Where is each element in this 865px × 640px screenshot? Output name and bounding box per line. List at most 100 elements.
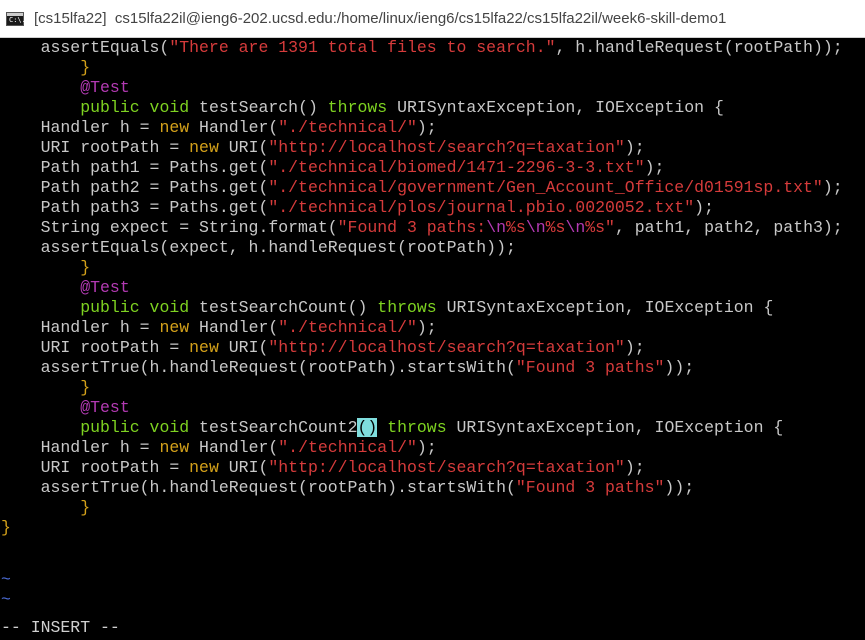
code-text: URI( [218,138,269,157]
code-line: } [1,378,90,398]
code-text: assertTrue(h.handleRequest(rootPath).sta… [1,358,516,377]
string-literal: "./technical/biomed/1471-2296-3-3.txt" [268,158,645,177]
code-line: assertTrue(h.handleRequest(rootPath).sta… [1,358,695,378]
code-text: Handler h = [1,438,160,457]
keyword: new [189,138,219,157]
keyword: throws [327,98,388,117]
vim-editor[interactable]: assertEquals("There are 1391 total files… [0,38,865,640]
code-text: String expect = String.format( [1,218,338,237]
code-text: )); [664,358,695,377]
empty-line-marker: ~ [1,590,11,610]
code-line: @Test [1,278,130,298]
code-text: ); [624,338,645,357]
code-text: assertEquals(expect, h.handleRequest(roo… [1,238,516,257]
code-line: } [1,518,11,538]
code-line: } [1,498,90,518]
string-literal: "./technical/" [278,438,417,457]
code-text: Handler( [189,318,279,337]
code-text: Handler h = [1,118,160,137]
brace: } [1,498,91,517]
code-text: testSearch() [189,98,328,117]
code-line: assertEquals("There are 1391 total files… [1,38,843,58]
escape-sequence: \n [525,218,546,237]
string-literal: "Found 3 paths: [337,218,487,237]
code-line: Handler h = new Handler("./technical/"); [1,118,437,138]
code-line: } [1,258,90,278]
empty-line-marker: ~ [1,570,11,590]
code-line: assertTrue(h.handleRequest(rootPath).sta… [1,478,695,498]
string-literal: "./technical/" [278,318,417,337]
code-text: assertEquals( [1,38,170,57]
text-cursor[interactable]: () [357,418,378,437]
keyword: public [80,98,140,117]
code-line: URI rootPath = new URI("http://localhost… [1,138,645,158]
code-line: public void testSearchCount2() throws UR… [1,418,783,438]
escape-sequence: \n [486,218,506,237]
code-text: )); [664,478,695,497]
code-line: Handler h = new Handler("./technical/"); [1,318,437,338]
string-literal: "Found 3 paths" [515,358,665,377]
code-text: URISyntaxException, IOException { [446,418,784,437]
code-text: Path path2 = Paths.get( [1,178,269,197]
code-text: URISyntaxException, IOException { [436,298,774,317]
annotation: @Test [80,398,130,417]
code-text: URI( [218,458,269,477]
brace: } [1,58,91,77]
annotation: @Test [80,78,130,97]
code-line: Path path3 = Paths.get("./technical/plos… [1,198,714,218]
keyword: new [189,338,219,357]
code-text: testSearchCount2 [189,418,358,437]
keyword: public [80,298,140,317]
code-text: Handler( [189,118,279,137]
code-text: , h.handleRequest(rootPath)); [555,38,843,57]
string-literal: "http://localhost/search?q=taxation" [268,338,625,357]
keyword: new [159,118,190,137]
code-text: , path1, path2, path3); [614,218,843,237]
code-text: testSearchCount() [189,298,378,317]
code-line: @Test [1,78,130,98]
string-literal: "There are 1391 total files to search." [169,38,556,57]
brace: } [1,258,91,277]
insert-mode-indicator: -- INSERT -- [1,618,120,637]
title-path: cs15lfa22il@ieng6-202.ucsd.edu:/home/lin… [114,10,727,27]
annotation: @Test [80,278,130,297]
code-line: String expect = String.format("Found 3 p… [1,218,843,238]
string-literal: "./technical/government/Gen_Account_Offi… [268,178,823,197]
escape-sequence: \n [565,218,586,237]
string-literal: "http://localhost/search?q=taxation" [268,138,625,157]
code-text: ); [624,458,645,477]
brace: } [1,378,91,397]
title-prefix: [cs15lfa22] [34,10,107,27]
code-line: Path path2 = Paths.get("./technical/gove… [1,178,843,198]
code-text: assertTrue(h.handleRequest(rootPath).sta… [1,478,516,497]
code-text: URI rootPath = [1,338,190,357]
keyword: throws [377,298,437,317]
code-text: Path path1 = Paths.get( [1,158,269,177]
code-line: @Test [1,398,130,418]
keyword: throws [387,418,447,437]
code-text: Path path3 = Paths.get( [1,198,269,217]
keyword: new [189,458,219,477]
string-literal: %s [506,218,526,237]
code-text: URI( [218,338,269,357]
code-text: Handler h = [1,318,160,337]
string-literal: "./technical/" [278,118,417,137]
code-text: ); [624,138,645,157]
code-line: assertEquals(expect, h.handleRequest(roo… [1,238,516,258]
string-literal: "Found 3 paths" [515,478,665,497]
code-line: URI rootPath = new URI("http://localhost… [1,458,645,478]
code-text: ); [416,318,437,337]
brace: } [1,518,11,537]
keyword: new [159,438,190,457]
mode-status: -- INSERT -- [1,618,120,638]
code-text: ); [822,178,843,197]
tilde: ~ [1,570,11,589]
tilde: ~ [1,590,11,609]
window-title: [cs15lfa22] cs15lfa22il@ieng6-202.ucsd.e… [34,10,726,27]
string-literal: %s" [585,218,615,237]
code-line: Handler h = new Handler("./technical/"); [1,438,437,458]
keyword: void [149,98,190,117]
string-literal: "http://localhost/search?q=taxation" [268,458,625,477]
code-line: public void testSearchCount() throws URI… [1,298,773,318]
code-line: } [1,58,90,78]
